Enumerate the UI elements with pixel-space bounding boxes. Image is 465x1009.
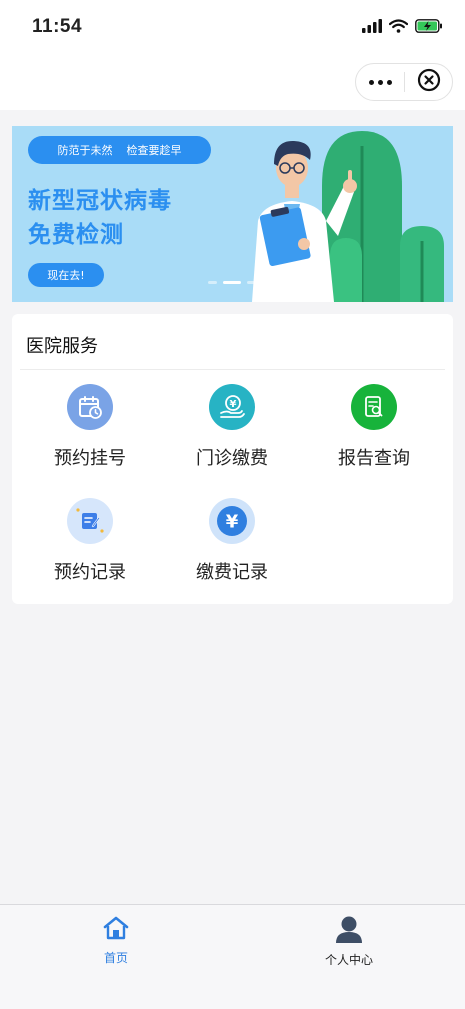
section-title: 医院服务 [26, 336, 98, 357]
service-appointment-records[interactable]: 预约记录 [20, 498, 160, 584]
wifi-icon [388, 18, 409, 37]
battery-charging-icon [415, 18, 443, 37]
close-button[interactable] [405, 64, 452, 100]
tab-profile[interactable]: 个人中心 [289, 915, 409, 968]
close-circle-icon [417, 68, 441, 96]
home-icon [102, 915, 130, 945]
banner-headline-line2: 免费检测 [28, 222, 124, 248]
svg-text:¥: ¥ [230, 399, 237, 410]
tab-home-label: 首页 [103, 951, 128, 965]
service-appointment-registration[interactable]: 预约挂号 [20, 384, 160, 470]
capsule-menu [355, 63, 453, 101]
report-search-icon [351, 384, 397, 430]
banner-tagline: 防范于未然 检查要趁早 [28, 136, 211, 164]
note-edit-icon [67, 498, 113, 544]
banner-headline-line1: 新型冠状病毒 [28, 188, 172, 214]
hospital-services-card: 医院服务 预约挂号 ¥ 门诊缴费 报告查询 预约记录 ¥ 缴费记录 [12, 314, 453, 604]
service-label: 预约挂号 [54, 448, 126, 469]
tab-profile-label: 个人中心 [324, 953, 373, 967]
service-label: 门诊缴费 [196, 448, 268, 469]
banner-headline: 新型冠状病毒 免费检测 [28, 184, 172, 252]
service-label: 报告查询 [338, 448, 410, 469]
service-label: 预约记录 [54, 562, 126, 583]
section-divider [20, 369, 445, 370]
tab-home[interactable]: 首页 [56, 915, 176, 966]
promo-banner[interactable]: 防范于未然 检查要趁早 新型冠状病毒 免费检测 现在去! [12, 126, 453, 302]
service-label: 缴费记录 [196, 562, 268, 583]
status-time: 11:54 [32, 16, 83, 37]
bottom-tab-bar: 首页 个人中心 [0, 904, 465, 1009]
service-payment-records[interactable]: ¥ 缴费记录 [162, 498, 302, 584]
more-options-button[interactable] [356, 64, 404, 100]
banner-cta-button[interactable]: 现在去! [28, 263, 104, 287]
service-outpatient-payment[interactable]: ¥ 门诊缴费 [162, 384, 302, 470]
status-bar: 11:54 [0, 0, 465, 56]
hand-yen-icon: ¥ [209, 384, 255, 430]
user-icon [334, 915, 364, 947]
signal-icon [362, 18, 382, 37]
banner-tag-left: 防范于未然 [57, 144, 113, 157]
svg-text:¥: ¥ [226, 512, 239, 533]
service-report-query[interactable]: 报告查询 [304, 384, 444, 470]
calendar-clock-icon [67, 384, 113, 430]
doctor-illustration [252, 131, 444, 302]
yen-coin-icon: ¥ [209, 498, 255, 544]
banner-tag-right: 检查要趁早 [126, 144, 182, 157]
nav-bar [0, 56, 465, 110]
